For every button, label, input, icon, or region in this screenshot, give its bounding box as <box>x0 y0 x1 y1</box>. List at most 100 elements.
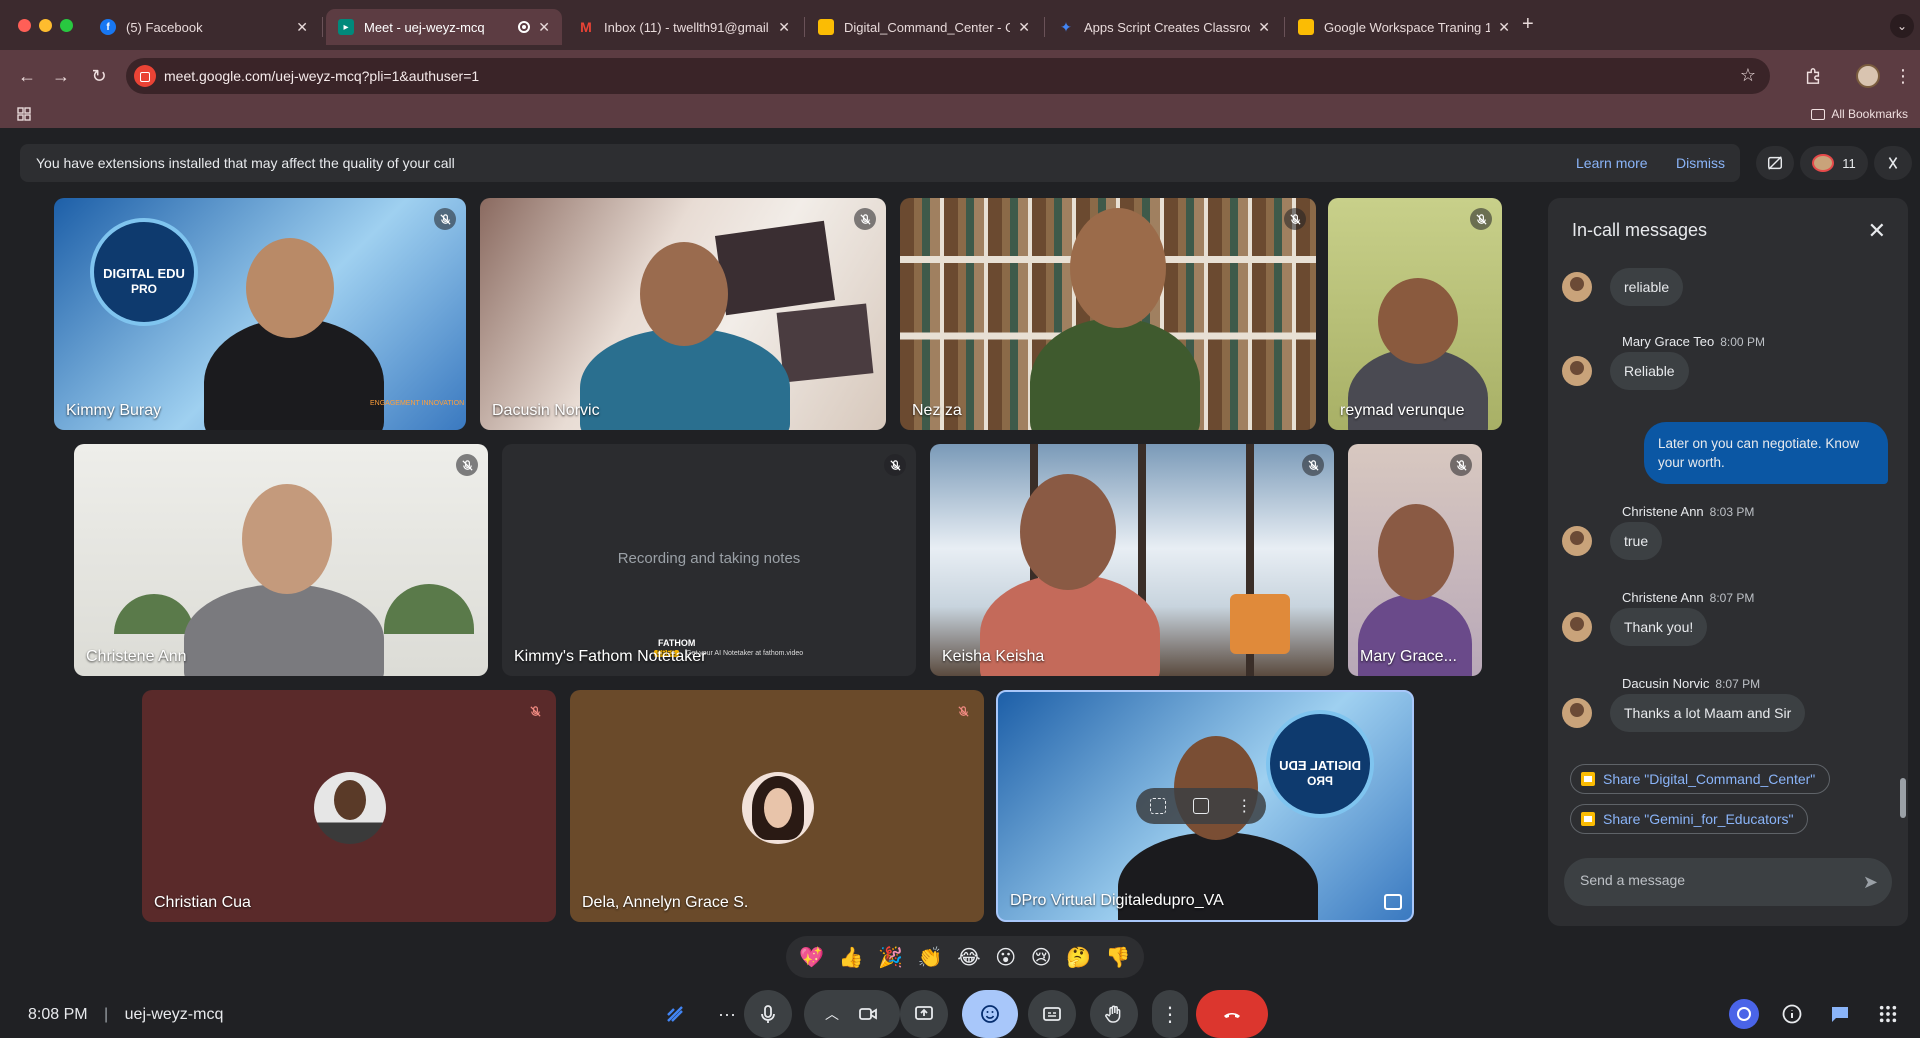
close-window-button[interactable] <box>18 19 31 32</box>
participant-tile[interactable]: Christene Ann <box>74 444 488 676</box>
tab-apps-script[interactable]: ✦ Apps Script Creates Classroo ✕ <box>1046 9 1282 45</box>
close-tab-icon[interactable]: ✕ <box>778 19 790 36</box>
participant-tile[interactable]: Keisha Keisha <box>930 444 1334 676</box>
pin-self-view-icon[interactable] <box>1384 894 1402 910</box>
new-tab-button[interactable]: + <box>1522 13 1534 36</box>
raise-hand-button[interactable] <box>1090 990 1138 1038</box>
bookmark-star-icon[interactable]: ☆ <box>1740 65 1756 86</box>
muted-mic-icon <box>434 208 456 230</box>
captions-button[interactable] <box>1028 990 1076 1038</box>
close-tab-icon[interactable]: ✕ <box>1498 19 1510 36</box>
participants-button[interactable]: 11 <box>1800 146 1868 180</box>
participant-tile[interactable]: Recording and taking notes FATHOM FREE G… <box>502 444 916 676</box>
effects-icon[interactable] <box>1192 798 1209 814</box>
activities-grid-icon[interactable] <box>1872 998 1904 1030</box>
chat-icon[interactable] <box>1824 998 1856 1030</box>
avatar <box>1562 698 1592 728</box>
reaction-party[interactable]: 🎉 <box>878 945 903 970</box>
reaction-thumbs-up[interactable]: 👍 <box>839 945 864 970</box>
muted-mic-icon <box>854 208 876 230</box>
tab-separator <box>1044 17 1045 37</box>
send-message-input[interactable] <box>1580 872 1840 888</box>
tab-digital-command-center[interactable]: Digital_Command_Center - G ✕ <box>806 9 1042 45</box>
participant-tile[interactable]: Mary Grace... <box>1348 444 1482 676</box>
close-tab-icon[interactable]: ✕ <box>538 19 550 36</box>
reaction-surprised[interactable]: 😮 <box>995 945 1016 970</box>
gemini-notes-icon[interactable] <box>656 990 694 1038</box>
leave-call-button[interactable] <box>1196 990 1268 1038</box>
sender-name: Mary Grace Teo <box>1622 334 1715 349</box>
learn-more-link[interactable]: Learn more <box>1576 155 1648 171</box>
slides-icon <box>1581 772 1595 786</box>
back-arrow-icon[interactable]: ← <box>14 63 40 89</box>
tab-gmail[interactable]: M Inbox (11) - twellth91@gmail.c ✕ <box>566 9 802 45</box>
dismiss-button[interactable]: Dismiss <box>1676 155 1725 171</box>
self-view-tile[interactable]: DIGITAL EDU PRO ⋮ DPro Virtual Digitaled… <box>996 690 1414 922</box>
minimize-window-button[interactable] <box>39 19 52 32</box>
tile-footer-text: ENGAGEMENT INNOVATION <box>370 400 465 407</box>
participant-tile[interactable]: Christian Cua <box>142 690 556 922</box>
reaction-thumbs-down[interactable]: 👎 <box>1106 945 1131 970</box>
meet-area: You have extensions installed that may a… <box>0 128 1920 1038</box>
close-tab-icon[interactable]: ✕ <box>296 19 308 36</box>
site-info-icon[interactable] <box>134 65 156 87</box>
participant-tile[interactable]: reymad verunque <box>1328 198 1502 430</box>
logo-text: DIGITAL EDU <box>1279 758 1361 773</box>
microphone-button[interactable] <box>744 990 792 1038</box>
more-options-button[interactable]: ⋮ <box>1152 990 1188 1038</box>
apps-grid-icon[interactable] <box>16 106 32 122</box>
participant-name: Kimmy Buray <box>66 402 162 419</box>
meeting-details-icon[interactable] <box>1776 998 1808 1030</box>
browser-menu-icon[interactable]: ⋮ <box>1890 63 1916 89</box>
slides-icon <box>1581 812 1595 826</box>
participant-tile[interactable]: Dacusin Norvic <box>480 198 886 430</box>
participant-body <box>184 584 384 676</box>
reaction-sad[interactable]: 😢 <box>1031 945 1052 970</box>
chat-scrollbar[interactable] <box>1900 778 1906 818</box>
forward-arrow-icon[interactable]: → <box>48 63 74 89</box>
close-icon[interactable]: ✕ <box>1868 218 1886 244</box>
reaction-thinking[interactable]: 🤔 <box>1066 945 1091 970</box>
folder-icon <box>1811 108 1826 120</box>
participant-name: DPro Virtual Digitaledupro_VA <box>1010 892 1224 909</box>
close-tab-icon[interactable]: ✕ <box>1258 19 1270 36</box>
reaction-laugh[interactable]: 😂 <box>957 945 980 970</box>
plant <box>384 584 474 634</box>
host-controls-icon[interactable] <box>1874 146 1912 180</box>
meet-icon: ▸ <box>338 19 354 35</box>
message-time: 8:07 PM <box>1709 591 1755 605</box>
share-file-chip[interactable]: Share "Gemini_for_Educators" <box>1570 804 1809 834</box>
emoji-reactions-button[interactable] <box>962 990 1018 1038</box>
address-bar[interactable]: meet.google.com/uej-weyz-mcq?pli=1&authu… <box>126 58 1770 94</box>
more-options-icon[interactable]: ⋮ <box>1236 796 1252 816</box>
reload-icon[interactable]: ↻ <box>86 63 112 89</box>
extensions-puzzle-icon[interactable] <box>1800 63 1826 89</box>
tab-separator <box>1284 17 1285 37</box>
camera-button[interactable]: ︿ <box>804 990 900 1038</box>
tab-search-chevron-icon[interactable]: ⌄ <box>1890 14 1914 38</box>
present-screen-button[interactable] <box>900 990 948 1038</box>
share-file-chip[interactable]: Share "Digital_Command_Center" <box>1570 764 1831 794</box>
tab-workspace-training[interactable]: Google Workspace Traning 1 ✕ <box>1286 9 1522 45</box>
participant-face <box>242 484 332 594</box>
close-tab-icon[interactable]: ✕ <box>1018 19 1030 36</box>
reaction-heart[interactable]: 💖 <box>799 945 824 970</box>
participant-tile[interactable]: DIGITAL EDU PRO ENGAGEMENT INNOVATION Ki… <box>54 198 466 430</box>
tab-meet[interactable]: ▸ Meet - uej-weyz-mcq ✕ <box>326 9 562 45</box>
participant-tile[interactable]: Nez za <box>900 198 1316 430</box>
profile-avatar[interactable] <box>1856 64 1880 88</box>
participant-name: Christene Ann <box>86 648 187 665</box>
chevron-up-icon[interactable]: ︿ <box>825 1004 839 1024</box>
all-bookmarks-button[interactable]: All Bookmarks <box>1811 107 1908 121</box>
tab-facebook[interactable]: f (5) Facebook ✕ <box>88 9 320 45</box>
participant-name: Dacusin Norvic <box>492 402 600 419</box>
participant-tile[interactable]: Dela, Annelyn Grace S. <box>570 690 984 922</box>
layout-icon[interactable] <box>1756 146 1794 180</box>
meeting-tools-icon[interactable] <box>1728 998 1760 1030</box>
send-icon[interactable]: ➤ <box>1863 872 1878 893</box>
framing-icon[interactable] <box>1149 798 1166 814</box>
more-audio-options-icon[interactable]: ··· <box>710 990 744 1038</box>
all-bookmarks-label: All Bookmarks <box>1831 107 1908 121</box>
reaction-clap[interactable]: 👏 <box>918 945 943 970</box>
maximize-window-button[interactable] <box>60 19 73 32</box>
